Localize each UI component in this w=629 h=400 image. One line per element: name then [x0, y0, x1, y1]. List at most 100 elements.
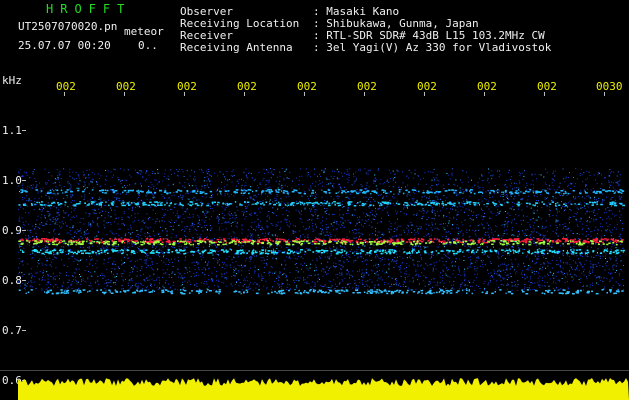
noise-dot — [429, 200, 431, 202]
noise-dot — [405, 175, 407, 177]
noise-dot — [586, 210, 587, 212]
noise-dot — [607, 216, 609, 218]
noise-dot — [500, 195, 501, 197]
noise-dot — [530, 183, 532, 185]
noise-dot — [181, 230, 182, 231]
noise-dot — [328, 287, 330, 288]
noise-dot — [275, 215, 277, 217]
noise-dot — [96, 260, 98, 262]
noise-dot — [526, 276, 528, 278]
noise-dot — [452, 205, 453, 207]
noise-dot — [94, 251, 96, 252]
noise-dot — [579, 173, 581, 174]
noise-dot — [400, 234, 402, 236]
noise-dot — [356, 203, 358, 205]
noise-dot — [138, 282, 140, 284]
noise-dot — [267, 180, 269, 182]
noise-dot — [463, 255, 465, 257]
noise-dot — [85, 187, 86, 189]
noise-dot — [526, 277, 528, 279]
noise-dot — [181, 169, 183, 170]
noise-dot — [317, 216, 319, 217]
noise-dot — [328, 267, 330, 269]
noise-dot — [353, 175, 355, 177]
noise-dot — [208, 203, 210, 205]
noise-dot — [329, 182, 331, 184]
noise-dot — [559, 224, 561, 226]
noise-dot — [233, 232, 235, 234]
noise-dot — [446, 173, 448, 174]
noise-dot — [366, 259, 368, 261]
noise-dot — [498, 257, 500, 259]
noise-dot — [119, 180, 121, 182]
noise-dot — [18, 185, 20, 187]
noise-dot — [550, 200, 552, 201]
noise-dot — [406, 257, 408, 259]
noise-dot — [603, 199, 605, 201]
noise-dot — [234, 218, 236, 220]
noise-dot — [353, 173, 354, 175]
y-tick-mark — [22, 130, 26, 131]
noise-dot — [610, 181, 612, 183]
noise-dot — [208, 279, 210, 281]
noise-dot — [522, 248, 524, 250]
noise-dot — [484, 212, 485, 214]
noise-dot — [135, 286, 137, 288]
noise-dot — [407, 193, 409, 195]
noise-dot — [194, 180, 196, 182]
noise-dot — [144, 180, 146, 182]
noise-dot — [276, 244, 277, 246]
noise-dot — [619, 174, 621, 176]
noise-dot — [310, 208, 312, 210]
noise-dot — [575, 262, 577, 264]
noise-dot — [141, 171, 143, 173]
noise-dot — [35, 244, 37, 246]
noise-dot — [189, 217, 191, 219]
noise-dot — [361, 261, 363, 263]
noise-dot — [337, 249, 339, 251]
noise-dot — [564, 181, 566, 183]
noise-dot — [594, 209, 596, 211]
noise-dot — [242, 285, 244, 287]
noise-dot — [619, 210, 621, 212]
noise-dot — [261, 260, 263, 261]
noise-dot — [395, 283, 397, 285]
noise-dot — [309, 267, 311, 269]
noise-dot — [380, 237, 382, 238]
noise-dot — [147, 236, 148, 238]
noise-dot — [281, 246, 283, 248]
noise-dot — [568, 184, 570, 186]
noise-dot — [275, 253, 277, 255]
noise-dot — [115, 169, 117, 171]
noise-dot — [139, 270, 141, 272]
noise-dot — [495, 206, 497, 208]
noise-dot — [557, 220, 559, 221]
noise-dot — [564, 273, 565, 274]
noise-dot — [456, 258, 458, 260]
noise-dot — [400, 275, 402, 277]
noise-dot — [209, 218, 211, 220]
noise-dot — [201, 219, 203, 221]
noise-dot — [368, 274, 370, 276]
noise-dot — [325, 226, 327, 228]
noise-dot — [53, 229, 55, 231]
noise-dot — [430, 240, 432, 241]
noise-dot — [178, 204, 180, 206]
noise-dot — [348, 198, 350, 199]
noise-dot — [423, 246, 425, 248]
noise-dot — [510, 276, 512, 278]
noise-dot — [509, 272, 511, 274]
noise-dot — [408, 274, 410, 276]
noise-dot — [308, 219, 310, 221]
noise-dot — [246, 207, 248, 209]
noise-dot — [342, 266, 344, 268]
noise-dot — [612, 197, 614, 198]
noise-dot — [312, 215, 314, 217]
noise-dot — [255, 230, 257, 232]
noise-dot — [299, 217, 301, 219]
noise-dot — [112, 246, 114, 248]
noise-dot — [349, 168, 351, 170]
noise-dot — [52, 254, 54, 256]
noise-dot — [553, 180, 555, 182]
noise-dot — [295, 277, 297, 279]
